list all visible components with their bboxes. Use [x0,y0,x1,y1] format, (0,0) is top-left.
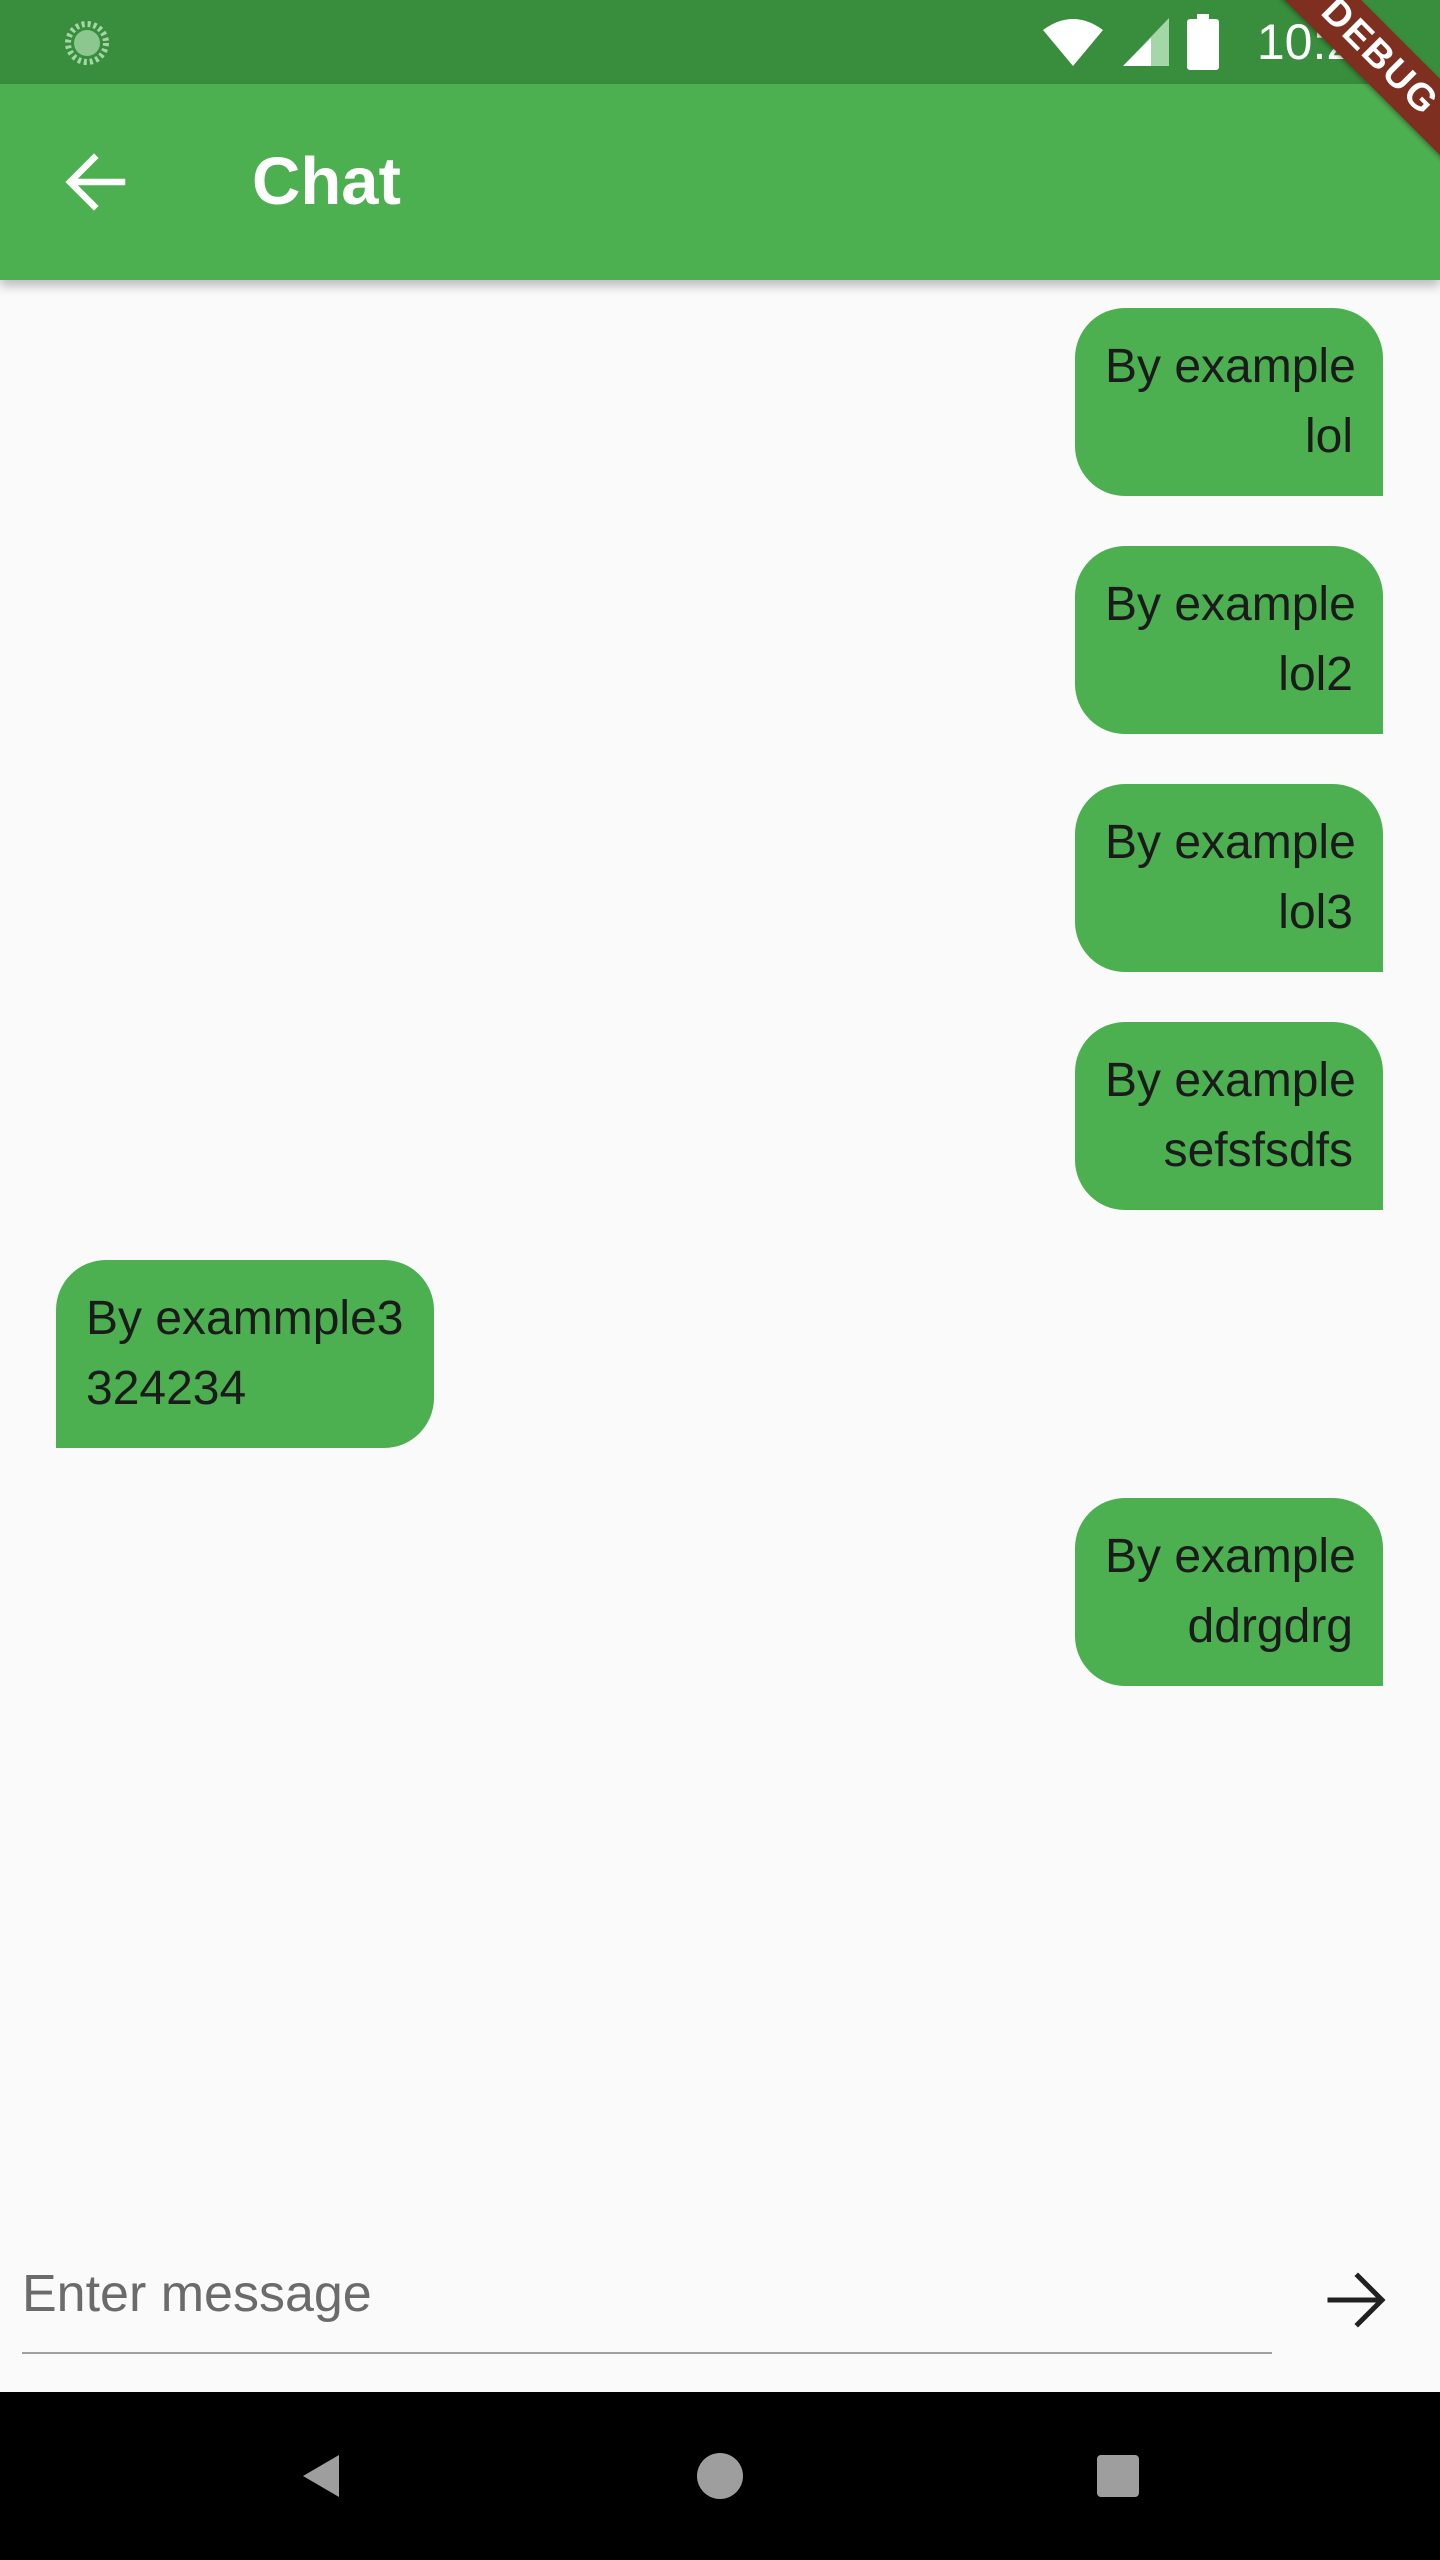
message-text: By example [1105,578,1356,631]
message-bubble-sent: By example lol3 [1075,784,1383,972]
message-text: By exammple3 [86,1292,404,1345]
message-bubble-sent: By example lol2 [1075,546,1383,734]
nav-back-button[interactable] [282,2436,362,2516]
message-text: 324234 [86,1362,247,1415]
message-bubble-received: By exammple3 324234 [56,1260,434,1448]
composer [0,2236,1440,2392]
message-bubble-sent: By example lol [1075,308,1383,496]
app-bar: Chat [0,84,1440,280]
cell-signal-icon [1122,18,1169,66]
send-button[interactable] [1316,2260,1396,2340]
nav-home-button[interactable] [680,2436,760,2516]
message-text: By example [1105,816,1356,869]
message-bubble-sent: By example ddrgdrg [1075,1498,1383,1686]
status-bar: 10:21 [0,0,1440,84]
message-text: By example [1105,1054,1356,1107]
home-circle-icon [697,2453,743,2499]
loading-spinner-icon [65,21,109,65]
message-bubble-sent: By example sefsfsdfs [1075,1022,1383,1210]
page-title: Chat [252,144,401,219]
recents-square-icon [1097,2455,1139,2497]
arrow-back-icon [65,153,126,211]
message-text: lol3 [1278,886,1353,939]
system-nav-bar [0,2392,1440,2560]
message-text: By example [1105,1530,1356,1583]
message-text: lol2 [1278,648,1353,701]
wifi-icon [1042,19,1103,66]
message-text: By example [1105,340,1356,393]
message-text: lol [1304,410,1353,463]
battery-icon [1186,14,1219,70]
back-button[interactable] [56,142,136,222]
nav-recents-button[interactable] [1078,2436,1158,2516]
back-triangle-icon [303,2455,339,2497]
message-text: sefsfsdfs [1163,1124,1353,1177]
message-list[interactable]: By example lol By example lol2 By exampl… [0,280,1440,2180]
message-text: ddrgdrg [1187,1600,1353,1653]
message-input[interactable] [22,2236,1272,2354]
arrow-forward-icon [1327,2272,1386,2328]
